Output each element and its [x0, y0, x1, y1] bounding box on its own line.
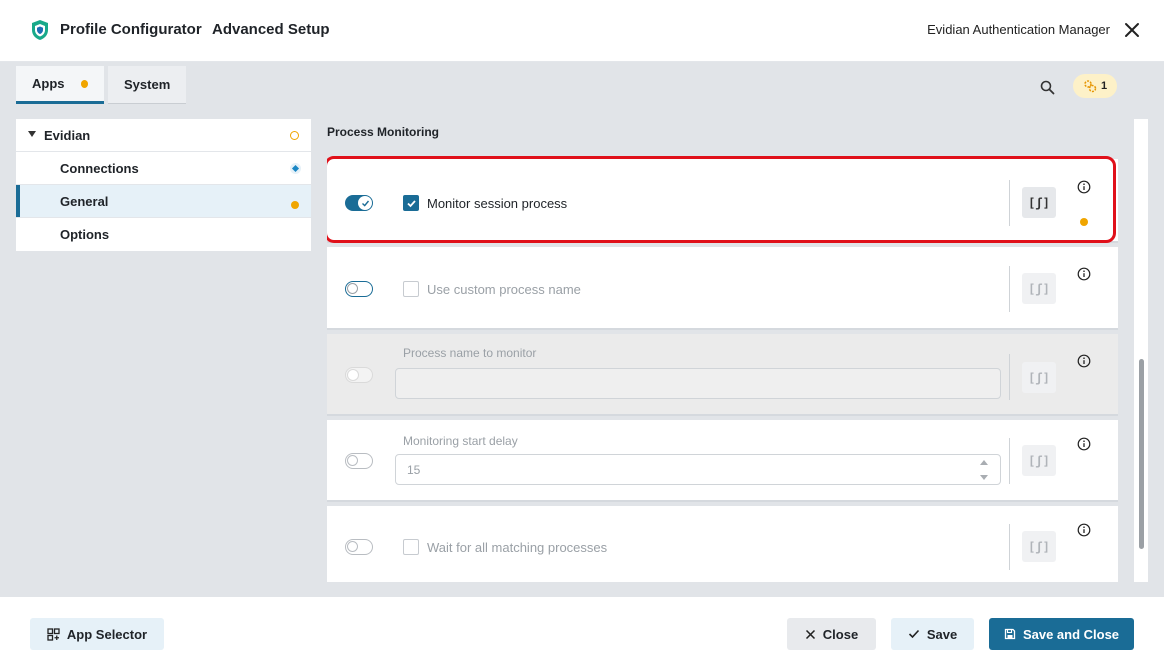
button-label: Save and Close: [1022, 626, 1120, 642]
tree-item-connections[interactable]: Connections: [16, 152, 311, 185]
tree-item-label: Connections: [60, 160, 139, 176]
search-icon[interactable]: [1038, 78, 1058, 98]
tree-item-general[interactable]: General: [16, 185, 311, 218]
button-label: Save: [926, 626, 958, 642]
divider: [1009, 438, 1010, 484]
setting-card-start-delay: Monitoring start delay 15 [ʃ]: [327, 420, 1118, 502]
start-delay-input[interactable]: 15: [395, 454, 1001, 485]
setting-label: Monitor session process: [427, 196, 568, 211]
divider: [1009, 354, 1010, 400]
close-icon[interactable]: [1120, 18, 1144, 42]
notification-count: 1: [1100, 80, 1108, 92]
check-icon: [406, 199, 416, 207]
app-title: Profile Configurator: [60, 21, 202, 38]
tab-label: Apps: [32, 76, 65, 91]
info-icon[interactable]: [1077, 437, 1091, 451]
setting-label: Use custom process name: [427, 282, 581, 297]
close-icon: [805, 629, 815, 639]
footer-bar: App Selector Close Save Save and Close: [0, 597, 1164, 669]
floppy-disk-icon: [1004, 628, 1016, 640]
setting-checkbox[interactable]: [403, 539, 419, 555]
script-button[interactable]: [ʃ]: [1022, 445, 1056, 476]
check-icon: [361, 200, 369, 207]
check-icon: [908, 629, 919, 639]
status-marker: [291, 197, 299, 212]
settings-panel: Process Monitoring Monitor session proce…: [327, 119, 1118, 582]
close-button[interactable]: Close: [787, 618, 876, 650]
script-button[interactable]: [ʃ]: [1022, 362, 1056, 393]
caret-down-icon[interactable]: [28, 131, 36, 137]
tree-item-label: Evidian: [44, 127, 91, 143]
setting-label: Monitoring start delay: [403, 434, 518, 448]
tree-item-label: General: [60, 193, 109, 209]
tab-system[interactable]: System: [108, 66, 186, 104]
grid-icon: [47, 627, 60, 641]
modified-indicator: [1080, 218, 1088, 226]
setting-checkbox[interactable]: [403, 195, 419, 211]
info-icon[interactable]: [1077, 180, 1091, 194]
stepper-down-icon[interactable]: [980, 475, 988, 480]
setting-card-monitor-session: Monitor session process [ʃ]: [327, 159, 1118, 243]
main-area: Apps System 1 Evidian Connections Genera…: [0, 62, 1164, 597]
tree-item-label: Options: [60, 227, 110, 242]
modified-indicator: [291, 201, 299, 209]
save-button[interactable]: Save: [891, 618, 974, 650]
tree-item-evidian[interactable]: Evidian: [16, 119, 311, 152]
notification-badge[interactable]: 1: [1073, 74, 1117, 98]
info-icon[interactable]: [1077, 523, 1091, 537]
shield-icon: [32, 20, 48, 40]
setting-card-process-name: Process name to monitor [ʃ]: [327, 334, 1118, 416]
divider: [1009, 266, 1010, 312]
setting-toggle[interactable]: [345, 453, 373, 469]
tree-item-options[interactable]: Options: [16, 218, 311, 251]
page-subtitle: Advanced Setup: [212, 21, 330, 38]
tab-label: System: [124, 77, 171, 92]
app-header: Profile Configurator Advanced Setup Evid…: [0, 0, 1164, 62]
process-name-input: [395, 368, 1001, 399]
setting-toggle[interactable]: [345, 195, 373, 211]
divider: [1009, 180, 1010, 226]
stepper-up-icon[interactable]: [980, 460, 988, 465]
script-button[interactable]: [ʃ]: [1022, 273, 1056, 304]
divider: [1009, 524, 1010, 570]
setting-card-custom-process: Use custom process name [ʃ]: [327, 247, 1118, 330]
start-delay-value: 15: [407, 462, 421, 477]
modified-indicator: [80, 79, 88, 88]
info-icon[interactable]: [1077, 354, 1091, 368]
button-label: App Selector: [66, 626, 148, 642]
gears-icon: [1084, 80, 1097, 93]
info-icon[interactable]: [1077, 267, 1091, 281]
setting-toggle[interactable]: [345, 539, 373, 555]
product-name: Evidian Authentication Manager: [927, 22, 1110, 37]
script-button[interactable]: [ʃ]: [1022, 531, 1056, 562]
navigation-tree: Evidian Connections General Options: [16, 119, 311, 251]
setting-card-wait-all: Wait for all matching processes [ʃ]: [327, 506, 1118, 582]
app-selector-button[interactable]: App Selector: [30, 618, 164, 650]
button-label: Close: [822, 626, 859, 642]
status-marker: [290, 131, 299, 140]
save-and-close-button[interactable]: Save and Close: [989, 618, 1134, 650]
setting-toggle: [345, 367, 373, 383]
script-button[interactable]: [ʃ]: [1022, 187, 1056, 218]
tab-apps[interactable]: Apps: [16, 66, 104, 104]
setting-checkbox[interactable]: [403, 281, 419, 297]
number-stepper[interactable]: [980, 460, 990, 480]
section-title: Process Monitoring: [327, 125, 440, 139]
setting-label: Wait for all matching processes: [427, 540, 608, 555]
ring-icon: [290, 131, 299, 140]
status-marker: [290, 163, 301, 174]
diamond-icon: [290, 163, 301, 174]
setting-toggle[interactable]: [345, 281, 373, 297]
setting-label: Process name to monitor: [403, 346, 537, 360]
scrollbar-thumb[interactable]: [1139, 359, 1144, 549]
